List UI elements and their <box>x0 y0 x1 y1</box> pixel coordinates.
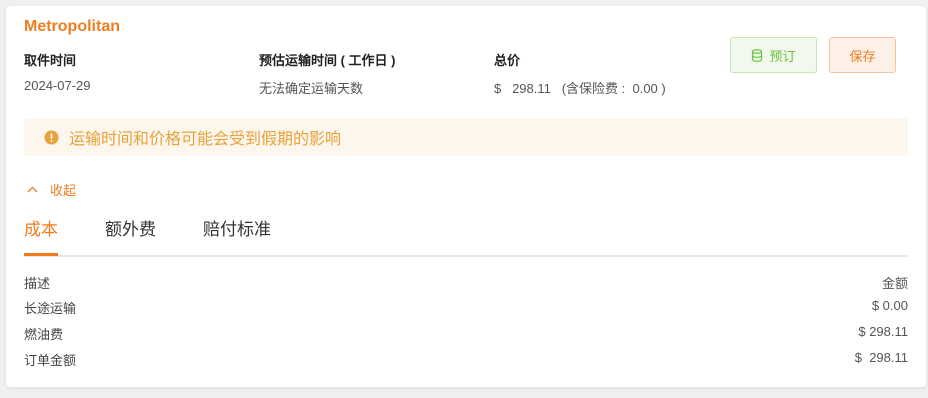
pickup-time-label: 取件时间 <box>24 53 77 68</box>
row-amount: $ 0.00 <box>871 298 908 313</box>
carrier-name: Metropolitan <box>24 18 120 35</box>
tab-compensation[interactable]: 赔付标准 <box>203 219 271 255</box>
transit-time-value: 无法确定运输天数 <box>259 81 364 96</box>
row-amount: $ 298.11 <box>858 324 908 339</box>
row-desc: 订单金额 <box>24 353 77 368</box>
table-row: 长途运输 $ 0.00 <box>24 298 908 317</box>
collapse-toggle[interactable]: 收起 <box>24 180 76 199</box>
quote-card: Metropolitan 取件时间 2024-07-29 预估运输时间 ( 工作… <box>6 6 926 387</box>
save-button-label: 保存 <box>849 48 876 64</box>
table-row: 燃油费 $ 298.11 <box>24 324 908 343</box>
info-circle-icon <box>44 130 59 145</box>
active-tab-indicator <box>24 253 58 256</box>
transit-time-label: 预估运输时间 ( 工作日 ) <box>259 53 396 68</box>
holiday-alert: 运输时间和价格可能会受到假期的影响 <box>24 118 908 156</box>
row-desc: 长途运输 <box>24 301 77 316</box>
pickup-time-group: 取件时间 2024-07-29 <box>24 50 91 93</box>
header-desc: 描述 <box>24 276 51 291</box>
database-icon <box>751 48 763 62</box>
header-amount: 金额 <box>881 276 908 291</box>
chevron-up-icon <box>27 186 38 193</box>
table-row: 订单金额 $ 298.11 <box>24 350 908 369</box>
save-button[interactable]: 保存 <box>829 37 896 73</box>
total-price-label: 总价 <box>494 53 521 68</box>
tab-bar: 成本 额外费 赔付标准 <box>24 219 908 257</box>
book-button[interactable]: 预订 <box>730 37 817 73</box>
book-button-label: 预订 <box>769 48 796 64</box>
tab-cost[interactable]: 成本 <box>24 219 58 255</box>
row-desc: 燃油费 <box>24 327 64 342</box>
table-header: 描述 金额 <box>24 273 908 292</box>
collapse-label: 收起 <box>50 183 77 198</box>
total-price-value: $ 298.11 (含保险费 : 0.00 ) <box>494 81 666 96</box>
transit-time-group: 预估运输时间 ( 工作日 ) 无法确定运输天数 <box>259 50 396 97</box>
tab-extra-fees[interactable]: 额外费 <box>105 219 156 255</box>
row-amount: $ 298.11 <box>854 350 908 365</box>
alert-text: 运输时间和价格可能会受到假期的影响 <box>69 131 342 148</box>
pickup-time-value: 2024-07-29 <box>24 78 91 93</box>
total-price-group: 总价 $ 298.11 (含保险费 : 0.00 ) <box>494 50 666 97</box>
